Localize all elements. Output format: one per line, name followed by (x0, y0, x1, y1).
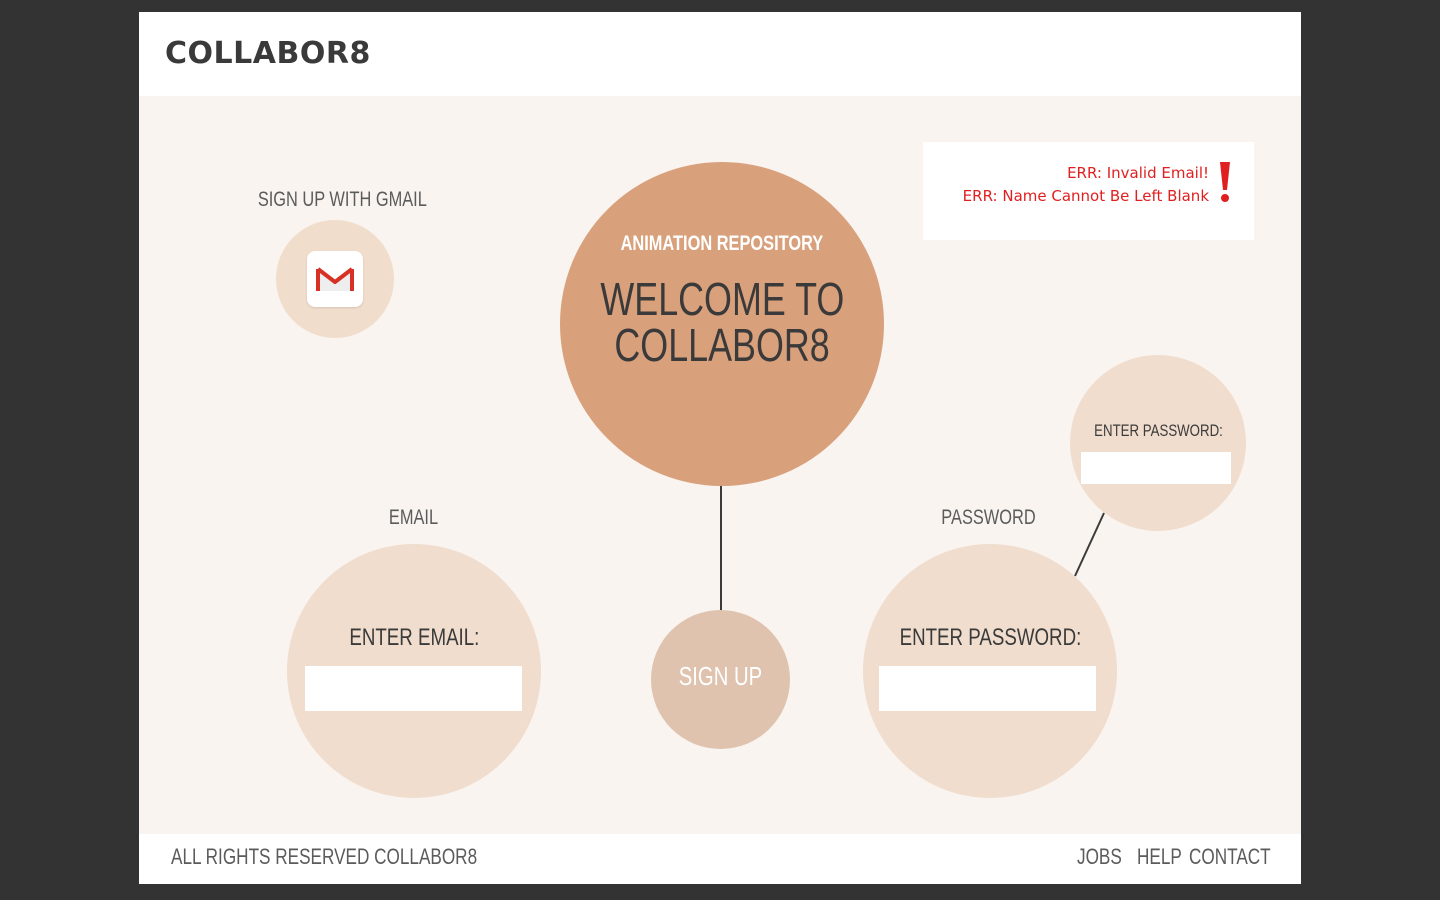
welcome-circle: ANIMATION REPOSITORY WELCOME TO COLLABOR… (560, 162, 884, 486)
copyright-text: ALL RIGHTS RESERVED COLLABOR8 (171, 844, 478, 869)
hero-kicker: ANIMATION REPOSITORY (620, 232, 824, 255)
password-confirm-circle: ENTER PASSWORD: (1070, 355, 1246, 531)
gmail-icon[interactable] (307, 251, 363, 307)
app-frame: COLLABOR8 SIGN UP WITH GMAIL ANIMATION R… (139, 12, 1301, 884)
hero-title-line2: COLLABOR8 (614, 319, 830, 371)
password-section-label: PASSWORD (940, 506, 1036, 529)
footer: ALL RIGHTS RESERVED COLLABOR8 JOBS HELP … (139, 834, 1301, 884)
error-message: ERR: Invalid Email! (1067, 164, 1209, 182)
password-confirm-prompt: ENTER PASSWORD: (1093, 421, 1223, 440)
error-panel: ERR: Invalid Email! ERR: Name Cannot Be … (923, 142, 1254, 240)
email-circle: ENTER EMAIL: (287, 544, 541, 798)
password-confirm-input[interactable] (1081, 452, 1231, 484)
email-prompt: ENTER EMAIL: (348, 624, 480, 651)
signup-canvas: SIGN UP WITH GMAIL ANIMATION REPOSITORY … (139, 96, 1301, 834)
gmail-signup-label: SIGN UP WITH GMAIL (257, 188, 427, 211)
header: COLLABOR8 (139, 12, 1301, 96)
email-section-label: EMAIL (389, 506, 439, 529)
gmail-signup-button[interactable] (276, 220, 394, 338)
footer-link-jobs[interactable]: JOBS (1077, 844, 1134, 870)
sign-up-label: SIGN UP (678, 661, 763, 691)
footer-link-help[interactable]: HELP (1137, 844, 1194, 870)
password-prompt: ENTER PASSWORD: (899, 624, 1081, 651)
sign-up-button[interactable]: SIGN UP (651, 610, 790, 749)
footer-link-contact[interactable]: CONTACT (1189, 844, 1294, 870)
exclamation-icon (1220, 162, 1230, 202)
error-message: ERR: Name Cannot Be Left Blank (962, 187, 1209, 205)
email-input[interactable] (305, 666, 522, 711)
password-input[interactable] (879, 666, 1096, 711)
password-circle: ENTER PASSWORD: (863, 544, 1117, 798)
brand-logo[interactable]: COLLABOR8 (165, 36, 371, 71)
